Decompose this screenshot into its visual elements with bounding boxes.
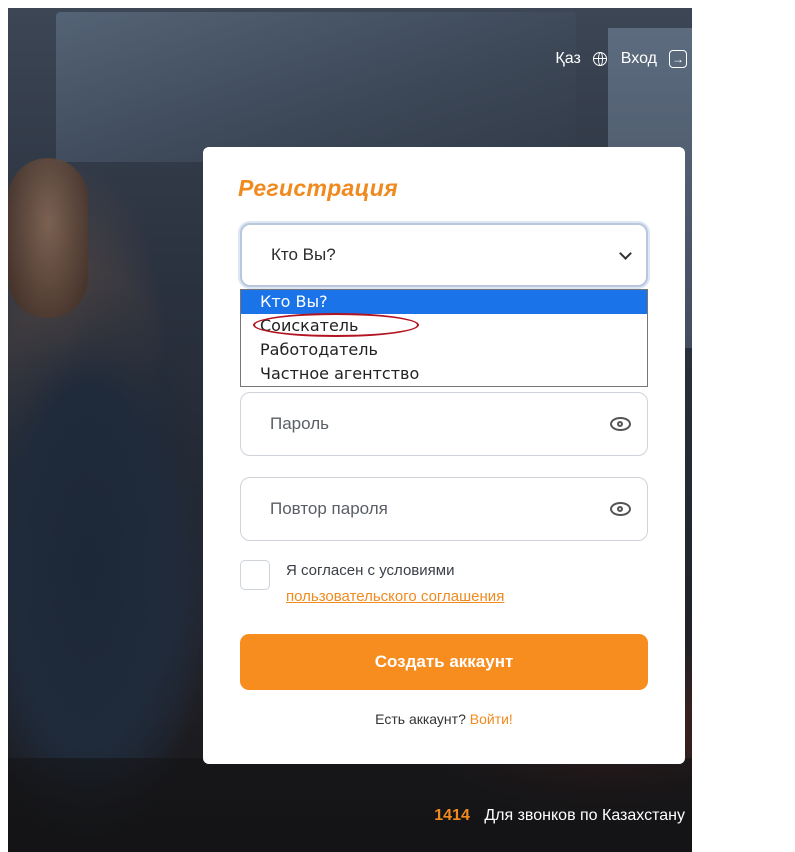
role-select[interactable]: Кто Вы? xyxy=(240,223,648,287)
user-agreement-link[interactable]: пользовательского соглашения xyxy=(286,584,504,610)
role-option-private-agency[interactable]: Частное агентство xyxy=(241,362,647,386)
eye-icon[interactable] xyxy=(610,502,631,516)
chevron-down-icon xyxy=(619,246,632,260)
create-account-button[interactable]: Создать аккаунт xyxy=(240,634,648,690)
role-select-value: Кто Вы? xyxy=(271,245,336,264)
page-title: Регистрация xyxy=(238,175,398,201)
background-table xyxy=(8,758,692,852)
login-button-link[interactable]: Войти! xyxy=(470,711,513,727)
role-option-placeholder[interactable]: Кто Вы? xyxy=(241,290,647,314)
eye-icon[interactable] xyxy=(610,417,631,431)
have-account-row: Есть аккаунт? Войти! xyxy=(203,711,685,727)
password-placeholder: Пароль xyxy=(270,414,329,433)
role-option-jobseeker[interactable]: Соискатель xyxy=(241,313,647,338)
hotline-number: 1414 xyxy=(434,807,470,824)
hotline-text: Для звонков по Казахстану xyxy=(484,807,685,824)
password-repeat-placeholder: Повтор пароля xyxy=(270,499,388,518)
registration-card: Регистрация Кто Вы? Кто Вы? Соискатель Р… xyxy=(203,147,685,764)
agreement-label: Я согласен с условиями xyxy=(286,562,455,579)
agreement-checkbox[interactable] xyxy=(240,560,270,590)
agreement-row: Я согласен с условиями пользовательского… xyxy=(240,560,504,610)
top-navigation: Қаз Вход → xyxy=(555,50,687,68)
agreement-text: Я согласен с условиями пользовательского… xyxy=(286,558,504,610)
language-switch[interactable]: Қаз xyxy=(555,50,580,68)
have-account-text: Есть аккаунт? xyxy=(375,711,466,727)
role-dropdown-list: Кто Вы? Соискатель Работодатель Частное … xyxy=(240,289,648,387)
hotline-info: 1414 Для звонков по Казахстану xyxy=(434,807,685,825)
globe-icon[interactable] xyxy=(592,52,607,66)
password-repeat-field[interactable]: Повтор пароля xyxy=(240,477,648,541)
login-link[interactable]: Вход xyxy=(621,50,657,68)
background-monitor xyxy=(56,12,576,162)
background-person-head xyxy=(8,158,88,318)
login-arrow-icon[interactable]: → xyxy=(669,50,687,68)
role-option-employer[interactable]: Работодатель xyxy=(241,338,647,362)
password-field[interactable]: Пароль xyxy=(240,392,648,456)
